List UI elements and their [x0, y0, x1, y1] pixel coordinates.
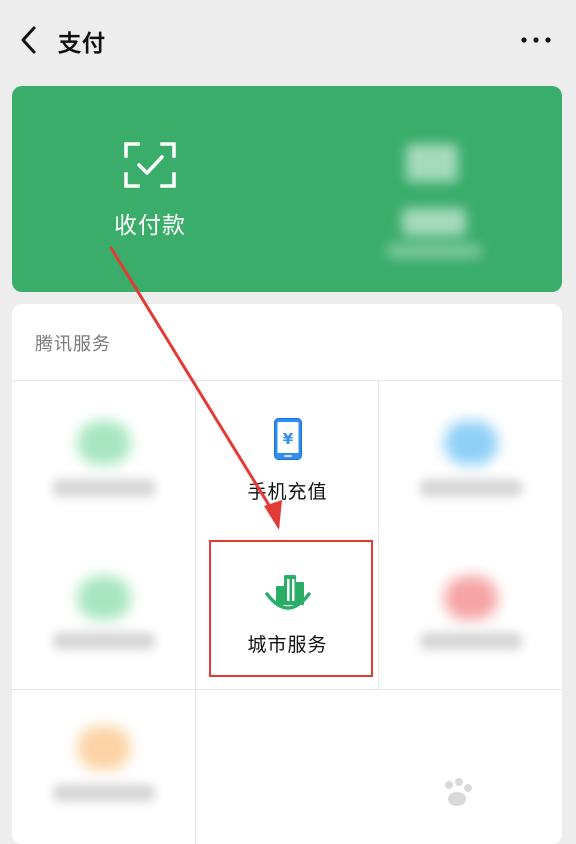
wallet-blurred[interactable] — [372, 126, 512, 266]
receive-pay-label: 收付款 — [114, 213, 186, 239]
service-item-blurred[interactable] — [379, 536, 562, 690]
more-dots-icon — [521, 37, 551, 43]
service-item-blurred[interactable] — [12, 381, 195, 535]
pay-card: 收付款 — [12, 86, 562, 292]
blurred-label — [52, 479, 156, 497]
service-item-blurred[interactable] — [379, 381, 562, 535]
service-item-blurred[interactable] — [12, 690, 195, 844]
more-button[interactable] — [520, 30, 552, 50]
watermark-logo — [440, 768, 570, 824]
service-item-blurred[interactable] — [12, 536, 195, 690]
section-title: 腾讯服务 — [35, 334, 111, 355]
back-button[interactable] — [14, 22, 46, 58]
blurred-icon — [77, 576, 131, 620]
highlight-box — [209, 540, 373, 677]
page-title: 支付 — [58, 31, 106, 57]
blurred-icon — [77, 726, 131, 770]
top-nav: 支付 — [0, 0, 576, 80]
blurred-label — [419, 632, 523, 650]
blurred-icon — [444, 576, 498, 620]
blurred-label — [419, 479, 523, 497]
svg-text:¥: ¥ — [283, 430, 294, 448]
scan-check-icon — [124, 142, 176, 188]
blurred-label — [52, 784, 156, 802]
paw-icon — [445, 778, 472, 806]
phone-recharge-label: 手机充值 — [247, 481, 328, 503]
chevron-left-icon — [21, 26, 36, 54]
tencent-services-panel: 腾讯服务 手机充值 ¥ 城市服务 — [12, 304, 562, 844]
phone-recharge-icon: ¥ — [274, 418, 302, 460]
blurred-icon — [444, 421, 498, 465]
blurred-icon — [77, 421, 131, 465]
blurred-label — [52, 632, 156, 650]
